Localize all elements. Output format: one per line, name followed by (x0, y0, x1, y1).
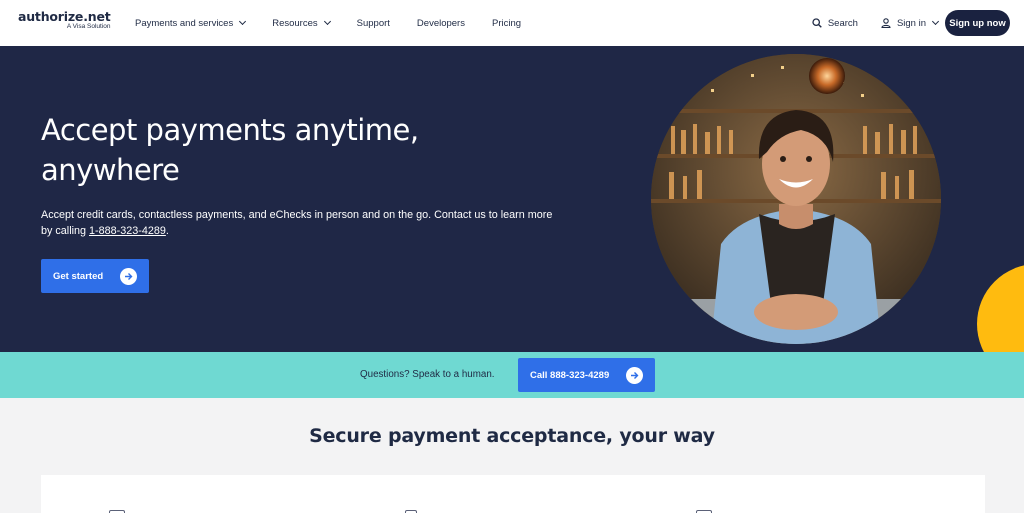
user-icon (881, 18, 891, 28)
feature-card (41, 475, 985, 513)
nav-payments-and-services[interactable]: Payments and services (135, 17, 247, 29)
hero-section: Accept payments anytime, anywhere Accept… (0, 46, 1024, 352)
signup-button[interactable]: Sign up now (945, 10, 1010, 36)
decorative-yellow-circle (977, 264, 1024, 352)
nav-support[interactable]: Support (357, 18, 390, 29)
logo-tagline: A Visa Solution (66, 23, 111, 30)
search-label: Search (827, 17, 858, 29)
utility-nav: Search Sign in Sign up now (812, 0, 1010, 46)
logo[interactable]: authorize.net A Visa Solution (18, 10, 111, 31)
phone-link[interactable]: 1-888-323-4289 (89, 225, 166, 237)
band-text: Questions? Speak to a human. (360, 369, 495, 380)
chevron-down-icon (931, 17, 940, 26)
site-header: authorize.net A Visa Solution Payments a… (0, 0, 1024, 46)
get-started-button[interactable]: Get started (41, 259, 149, 293)
nav-label: Developers (416, 17, 465, 29)
nav-label: Payments and services (135, 17, 234, 29)
call-button[interactable]: Call 888-323-4289 (518, 358, 655, 392)
hero-description: Accept credit cards, contactless payment… (41, 208, 561, 239)
hero-desc-end: . (165, 224, 169, 237)
signin-label: Sign in (896, 17, 926, 29)
nav-pricing[interactable]: Pricing (492, 18, 521, 29)
arrow-right-icon (626, 366, 643, 384)
nav-label: Pricing (491, 17, 522, 29)
search-icon (812, 18, 822, 28)
nav-resources[interactable]: Resources (272, 17, 331, 29)
chevron-down-icon (323, 17, 331, 26)
hero-title: Accept payments anytime, anywhere (41, 113, 419, 187)
nav-developers[interactable]: Developers (417, 18, 465, 29)
section-title: Secure payment acceptance, your way (309, 425, 715, 447)
contact-band: Questions? Speak to a human. Call 888-32… (0, 352, 1024, 398)
signin-button[interactable]: Sign in (881, 17, 940, 29)
nav-label: Resources (272, 17, 318, 29)
get-started-label: Get started (53, 270, 104, 282)
nav-label: Support (356, 17, 390, 29)
arrow-right-icon (120, 267, 137, 285)
logo-wordmark: authorize.net (18, 9, 111, 24)
chevron-down-icon (239, 17, 247, 26)
hero-photo (651, 54, 941, 344)
main-nav: Payments and services Resources Support … (135, 0, 548, 46)
search-button[interactable]: Search (812, 18, 858, 29)
call-label: Call 888-323-4289 (530, 369, 610, 381)
